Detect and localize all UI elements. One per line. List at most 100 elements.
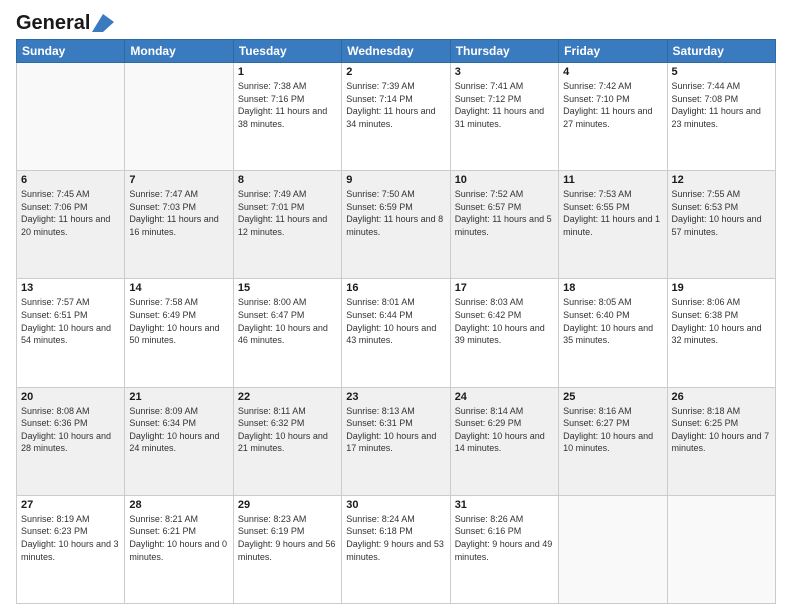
calendar-cell: 13 Sunrise: 7:57 AMSunset: 6:51 PMDayligh… [17, 279, 125, 387]
calendar-header-saturday: Saturday [667, 40, 775, 63]
day-info: Sunrise: 8:01 AMSunset: 6:44 PMDaylight:… [346, 296, 445, 346]
page: General SundayMondayTuesdayWednesdayThur… [0, 0, 792, 612]
day-number: 22 [238, 391, 337, 403]
day-number: 28 [129, 499, 228, 511]
day-info: Sunrise: 8:11 AMSunset: 6:32 PMDaylight:… [238, 405, 337, 455]
calendar-cell: 1 Sunrise: 7:38 AMSunset: 7:16 PMDaylight… [233, 63, 341, 171]
day-number: 2 [346, 66, 445, 78]
calendar-cell: 29 Sunrise: 8:23 AMSunset: 6:19 PMDayligh… [233, 495, 341, 603]
logo: General [16, 12, 114, 31]
day-info: Sunrise: 7:58 AMSunset: 6:49 PMDaylight:… [129, 296, 228, 346]
day-info: Sunrise: 8:13 AMSunset: 6:31 PMDaylight:… [346, 405, 445, 455]
day-info: Sunrise: 7:41 AMSunset: 7:12 PMDaylight:… [455, 80, 554, 130]
day-info: Sunrise: 7:39 AMSunset: 7:14 PMDaylight:… [346, 80, 445, 130]
calendar-week-row: 20 Sunrise: 8:08 AMSunset: 6:36 PMDayligh… [17, 387, 776, 495]
day-number: 1 [238, 66, 337, 78]
calendar-cell: 3 Sunrise: 7:41 AMSunset: 7:12 PMDaylight… [450, 63, 558, 171]
day-number: 11 [563, 174, 662, 186]
calendar-cell: 20 Sunrise: 8:08 AMSunset: 6:36 PMDayligh… [17, 387, 125, 495]
calendar-header-monday: Monday [125, 40, 233, 63]
day-info: Sunrise: 8:05 AMSunset: 6:40 PMDaylight:… [563, 296, 662, 346]
calendar-cell: 16 Sunrise: 8:01 AMSunset: 6:44 PMDayligh… [342, 279, 450, 387]
day-info: Sunrise: 8:24 AMSunset: 6:18 PMDaylight:… [346, 513, 445, 563]
day-number: 14 [129, 282, 228, 294]
day-info: Sunrise: 7:38 AMSunset: 7:16 PMDaylight:… [238, 80, 337, 130]
day-number: 16 [346, 282, 445, 294]
calendar-cell: 10 Sunrise: 7:52 AMSunset: 6:57 PMDayligh… [450, 171, 558, 279]
calendar-cell: 17 Sunrise: 8:03 AMSunset: 6:42 PMDayligh… [450, 279, 558, 387]
day-number: 20 [21, 391, 120, 403]
day-info: Sunrise: 8:26 AMSunset: 6:16 PMDaylight:… [455, 513, 554, 563]
day-number: 7 [129, 174, 228, 186]
day-number: 15 [238, 282, 337, 294]
calendar-cell: 28 Sunrise: 8:21 AMSunset: 6:21 PMDayligh… [125, 495, 233, 603]
day-number: 12 [672, 174, 771, 186]
calendar-cell: 5 Sunrise: 7:44 AMSunset: 7:08 PMDaylight… [667, 63, 775, 171]
day-info: Sunrise: 8:23 AMSunset: 6:19 PMDaylight:… [238, 513, 337, 563]
day-info: Sunrise: 7:50 AMSunset: 6:59 PMDaylight:… [346, 188, 445, 238]
calendar-cell: 6Sunrise: 7:45 AMSunset: 7:06 PMDaylight… [17, 171, 125, 279]
calendar-cell [559, 495, 667, 603]
day-number: 21 [129, 391, 228, 403]
day-info: Sunrise: 8:16 AMSunset: 6:27 PMDaylight:… [563, 405, 662, 455]
calendar-cell [667, 495, 775, 603]
calendar-cell: 21 Sunrise: 8:09 AMSunset: 6:34 PMDayligh… [125, 387, 233, 495]
calendar-cell: 26Sunrise: 8:18 AMSunset: 6:25 PMDayligh… [667, 387, 775, 495]
calendar-table: SundayMondayTuesdayWednesdayThursdayFrid… [16, 39, 776, 604]
calendar-cell: 7 Sunrise: 7:47 AMSunset: 7:03 PMDaylight… [125, 171, 233, 279]
day-info: Sunrise: 7:53 AMSunset: 6:55 PMDaylight:… [563, 188, 662, 238]
day-info: Sunrise: 8:09 AMSunset: 6:34 PMDaylight:… [129, 405, 228, 455]
calendar-header-sunday: Sunday [17, 40, 125, 63]
day-info: Sunrise: 7:42 AMSunset: 7:10 PMDaylight:… [563, 80, 662, 130]
day-info: Sunrise: 8:14 AMSunset: 6:29 PMDaylight:… [455, 405, 554, 455]
day-number: 17 [455, 282, 554, 294]
day-info: Sunrise: 7:52 AMSunset: 6:57 PMDaylight:… [455, 188, 554, 238]
day-number: 4 [563, 66, 662, 78]
calendar-cell: 25 Sunrise: 8:16 AMSunset: 6:27 PMDayligh… [559, 387, 667, 495]
day-number: 25 [563, 391, 662, 403]
day-number: 13 [21, 282, 120, 294]
calendar-cell: 9 Sunrise: 7:50 AMSunset: 6:59 PMDaylight… [342, 171, 450, 279]
logo-general: General [16, 12, 90, 35]
calendar-cell: 22 Sunrise: 8:11 AMSunset: 6:32 PMDayligh… [233, 387, 341, 495]
calendar-cell: 18 Sunrise: 8:05 AMSunset: 6:40 PMDayligh… [559, 279, 667, 387]
day-number: 31 [455, 499, 554, 511]
day-number: 3 [455, 66, 554, 78]
calendar-cell: 19 Sunrise: 8:06 AMSunset: 6:38 PMDayligh… [667, 279, 775, 387]
day-number: 10 [455, 174, 554, 186]
calendar-week-row: 1 Sunrise: 7:38 AMSunset: 7:16 PMDaylight… [17, 63, 776, 171]
day-info: Sunrise: 7:57 AMSunset: 6:51 PMDaylight:… [21, 296, 120, 346]
day-number: 5 [672, 66, 771, 78]
calendar-cell: 4 Sunrise: 7:42 AMSunset: 7:10 PMDaylight… [559, 63, 667, 171]
logo-icon [92, 14, 114, 32]
day-number: 9 [346, 174, 445, 186]
day-number: 30 [346, 499, 445, 511]
day-info: Sunrise: 8:03 AMSunset: 6:42 PMDaylight:… [455, 296, 554, 346]
day-info: Sunrise: 8:00 AMSunset: 6:47 PMDaylight:… [238, 296, 337, 346]
day-info: Sunrise: 7:49 AMSunset: 7:01 PMDaylight:… [238, 188, 337, 238]
calendar-cell: 23 Sunrise: 8:13 AMSunset: 6:31 PMDayligh… [342, 387, 450, 495]
day-info: Sunrise: 8:19 AMSunset: 6:23 PMDaylight:… [21, 513, 120, 563]
day-info: Sunrise: 7:44 AMSunset: 7:08 PMDaylight:… [672, 80, 771, 130]
day-number: 19 [672, 282, 771, 294]
day-number: 23 [346, 391, 445, 403]
day-info: Sunrise: 8:08 AMSunset: 6:36 PMDaylight:… [21, 405, 120, 455]
day-info: Sunrise: 7:47 AMSunset: 7:03 PMDaylight:… [129, 188, 228, 238]
calendar-cell: 15 Sunrise: 8:00 AMSunset: 6:47 PMDayligh… [233, 279, 341, 387]
day-number: 27 [21, 499, 120, 511]
calendar-week-row: 13 Sunrise: 7:57 AMSunset: 6:51 PMDayligh… [17, 279, 776, 387]
day-info: Sunrise: 7:55 AMSunset: 6:53 PMDaylight:… [672, 188, 771, 238]
calendar-cell: 30 Sunrise: 8:24 AMSunset: 6:18 PMDayligh… [342, 495, 450, 603]
day-number: 8 [238, 174, 337, 186]
header: General [16, 12, 776, 31]
calendar-cell: 12 Sunrise: 7:55 AMSunset: 6:53 PMDayligh… [667, 171, 775, 279]
day-number: 18 [563, 282, 662, 294]
day-info: Sunrise: 7:45 AMSunset: 7:06 PMDaylight:… [21, 188, 120, 238]
day-info: Sunrise: 8:21 AMSunset: 6:21 PMDaylight:… [129, 513, 228, 563]
calendar-cell: 27 Sunrise: 8:19 AMSunset: 6:23 PMDayligh… [17, 495, 125, 603]
day-info: Sunrise: 8:06 AMSunset: 6:38 PMDaylight:… [672, 296, 771, 346]
calendar-cell: 11 Sunrise: 7:53 AMSunset: 6:55 PMDayligh… [559, 171, 667, 279]
calendar-cell: 24Sunrise: 8:14 AMSunset: 6:29 PMDayligh… [450, 387, 558, 495]
day-number: 26 [672, 391, 771, 403]
day-number: 29 [238, 499, 337, 511]
